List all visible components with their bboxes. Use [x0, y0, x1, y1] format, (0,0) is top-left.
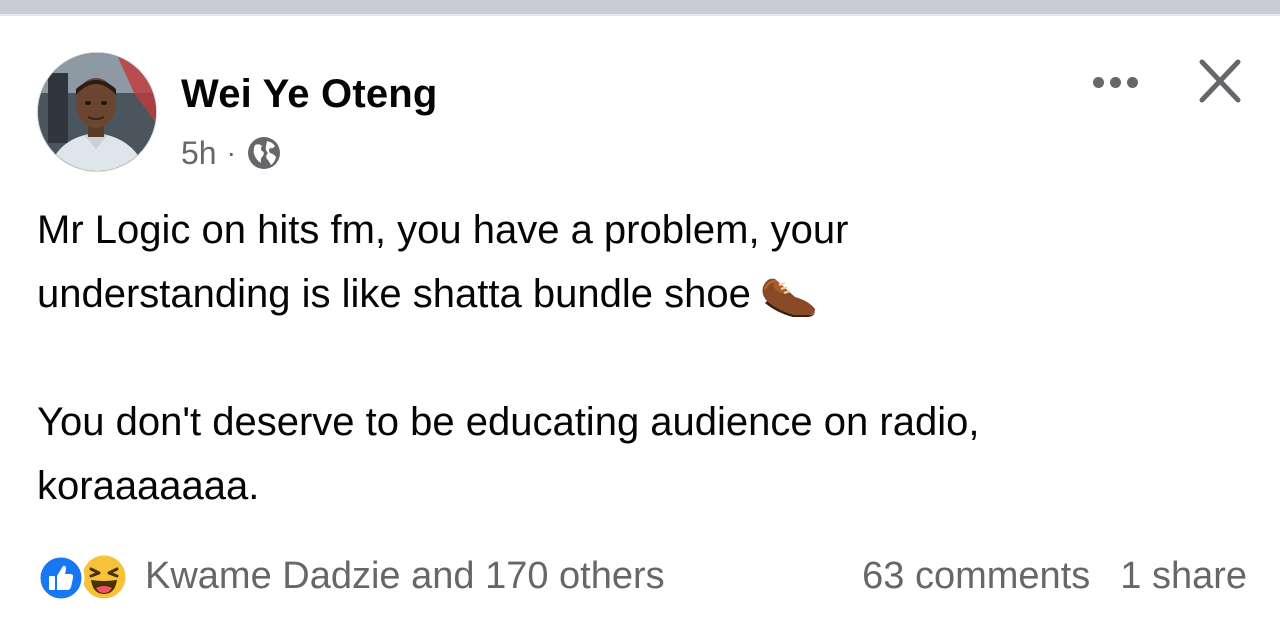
- more-options-icon: [1109, 76, 1121, 88]
- post-text-line: koraaaaaaa.: [37, 464, 260, 508]
- post-time[interactable]: 5h: [181, 135, 217, 172]
- shares-count[interactable]: 1 share: [1120, 555, 1247, 598]
- top-divider: [0, 0, 1280, 16]
- more-options-icon: [1126, 76, 1138, 88]
- reaction-icons[interactable]: [37, 550, 137, 602]
- reactions-summary[interactable]: Kwame Dadzie and 170 others: [145, 555, 665, 598]
- author-name[interactable]: Wei Ye Oteng: [181, 72, 438, 117]
- globe-icon[interactable]: [246, 135, 282, 171]
- post-footer: Kwame Dadzie and 170 others 63 comments …: [37, 548, 1247, 604]
- like-icon: [37, 554, 85, 602]
- post-text-line: Mr Logic on hits fm, you have a problem,…: [37, 208, 849, 252]
- avatar-photo: [38, 53, 156, 171]
- post-body: Mr Logic on hits fm, you have a problem,…: [37, 198, 1237, 518]
- close-icon: [1199, 59, 1241, 103]
- more-options-button[interactable]: [1083, 62, 1147, 102]
- meta-separator: ·: [226, 137, 236, 168]
- post-text-line: understanding is like shatta bundle shoe: [37, 262, 1237, 326]
- post-text-line: You don't deserve to be educating audien…: [37, 400, 980, 444]
- haha-icon: [79, 552, 129, 602]
- comments-count[interactable]: 63 comments: [862, 555, 1090, 598]
- post-meta: 5h ·: [181, 132, 282, 174]
- avatar[interactable]: [37, 52, 157, 172]
- close-button[interactable]: [1188, 52, 1252, 112]
- more-options-icon: [1092, 76, 1104, 88]
- shoe-icon: [759, 267, 819, 317]
